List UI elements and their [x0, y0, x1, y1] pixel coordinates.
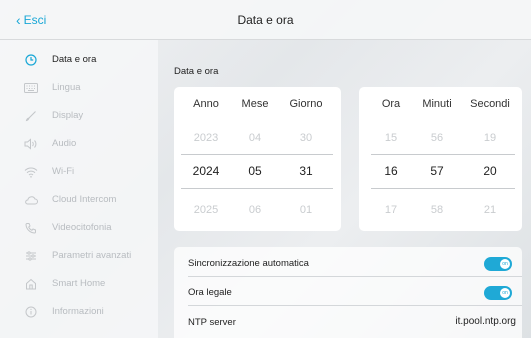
- sidebar-item-label: Smart Home: [52, 278, 106, 289]
- day-header: Giorno: [289, 98, 323, 110]
- divider: [188, 305, 522, 306]
- month-prev[interactable]: 04: [231, 132, 279, 144]
- month-header: Mese: [241, 98, 269, 110]
- seconds-prev[interactable]: 19: [463, 132, 517, 144]
- dst-label: Ora legale: [188, 287, 232, 298]
- auto-sync-label: Sincronizzazione automatica: [188, 258, 309, 269]
- toggle-knob: on: [500, 288, 510, 298]
- top-bar: ‹ Esci Data e ora: [0, 0, 531, 40]
- sidebar-item-label: Informazioni: [52, 306, 104, 317]
- info-icon: [24, 305, 38, 319]
- phone-icon: [24, 221, 38, 235]
- sidebar-item-smart-home[interactable]: Smart Home: [0, 270, 158, 298]
- settings-list: Sincronizzazione automatica on Ora legal…: [174, 247, 522, 338]
- divider: [188, 276, 522, 277]
- sidebar-item-label: Wi-Fi: [52, 166, 75, 177]
- sidebar-item-audio[interactable]: Audio: [0, 130, 158, 158]
- day-prev[interactable]: 30: [279, 132, 333, 144]
- wifi-icon: [24, 165, 38, 179]
- minutes-next[interactable]: 58: [411, 204, 463, 216]
- seconds-next[interactable]: 21: [463, 204, 517, 216]
- selection-line-top: [181, 154, 333, 155]
- hour-next[interactable]: 17: [371, 204, 411, 216]
- ntp-server-label: NTP server: [188, 317, 236, 328]
- year-next[interactable]: 2025: [181, 204, 231, 216]
- day-next[interactable]: 01: [279, 204, 333, 216]
- sidebar-item-informazioni[interactable]: Informazioni: [0, 298, 158, 326]
- sidebar-item-label: Parametri avanzati: [52, 250, 132, 261]
- toggle-knob: on: [500, 259, 510, 269]
- sliders-icon: [24, 249, 38, 263]
- year-selected[interactable]: 2024: [181, 164, 231, 178]
- sidebar-item-label: Videocitofonia: [52, 222, 112, 233]
- month-selected[interactable]: 05: [231, 164, 279, 178]
- sidebar-item-cloud-intercom[interactable]: Cloud Intercom: [0, 186, 158, 214]
- home-icon: [24, 277, 38, 291]
- minutes-prev[interactable]: 56: [411, 132, 463, 144]
- brush-icon: [24, 109, 38, 123]
- month-next[interactable]: 06: [231, 204, 279, 216]
- sidebar-item-label: Cloud Intercom: [52, 194, 117, 205]
- sidebar-item-display[interactable]: Display: [0, 102, 158, 130]
- sidebar-item-data-e-ora[interactable]: Data e ora: [0, 46, 158, 74]
- section-title: Data e ora: [174, 66, 219, 77]
- sidebar-item-label: Audio: [52, 138, 77, 149]
- sidebar-item-videocitofonia[interactable]: Videocitofonia: [0, 214, 158, 242]
- selection-line-bottom: [371, 188, 515, 189]
- hour-prev[interactable]: 15: [371, 132, 411, 144]
- settings-screen: ‹ Esci Data e ora Data e ora Lingua Disp…: [0, 0, 531, 338]
- day-selected[interactable]: 31: [279, 164, 333, 178]
- auto-sync-toggle[interactable]: on: [484, 257, 512, 271]
- sidebar-item-lingua[interactable]: Lingua: [0, 74, 158, 102]
- sidebar-item-label: Data e ora: [52, 54, 97, 65]
- minutes-selected[interactable]: 57: [411, 164, 463, 178]
- seconds-header: Secondi: [470, 98, 510, 110]
- selection-line-bottom: [181, 188, 333, 189]
- hour-header: Ora: [381, 98, 401, 110]
- ntp-server-value[interactable]: it.pool.ntp.org: [455, 316, 516, 327]
- year-prev[interactable]: 2023: [181, 132, 231, 144]
- cloud-icon: [24, 193, 38, 207]
- sidebar-item-label: Display: [52, 110, 84, 121]
- sidebar-item-parametri-avanzati[interactable]: Parametri avanzati: [0, 242, 158, 270]
- year-header: Anno: [193, 98, 219, 110]
- clock-icon: [24, 53, 38, 67]
- sidebar: Data e ora Lingua Display Audio Wi-Fi Cl…: [0, 40, 158, 338]
- hour-selected[interactable]: 16: [371, 164, 411, 178]
- minutes-header: Minuti: [422, 98, 452, 110]
- selection-line-top: [371, 154, 515, 155]
- seconds-selected[interactable]: 20: [463, 164, 517, 178]
- speaker-icon: [24, 137, 38, 151]
- keyboard-icon: [24, 81, 38, 95]
- dst-toggle[interactable]: on: [484, 286, 512, 300]
- sidebar-item-label: Lingua: [52, 82, 81, 93]
- page-title: Data e ora: [237, 13, 294, 27]
- sidebar-item-wifi[interactable]: Wi-Fi: [0, 158, 158, 186]
